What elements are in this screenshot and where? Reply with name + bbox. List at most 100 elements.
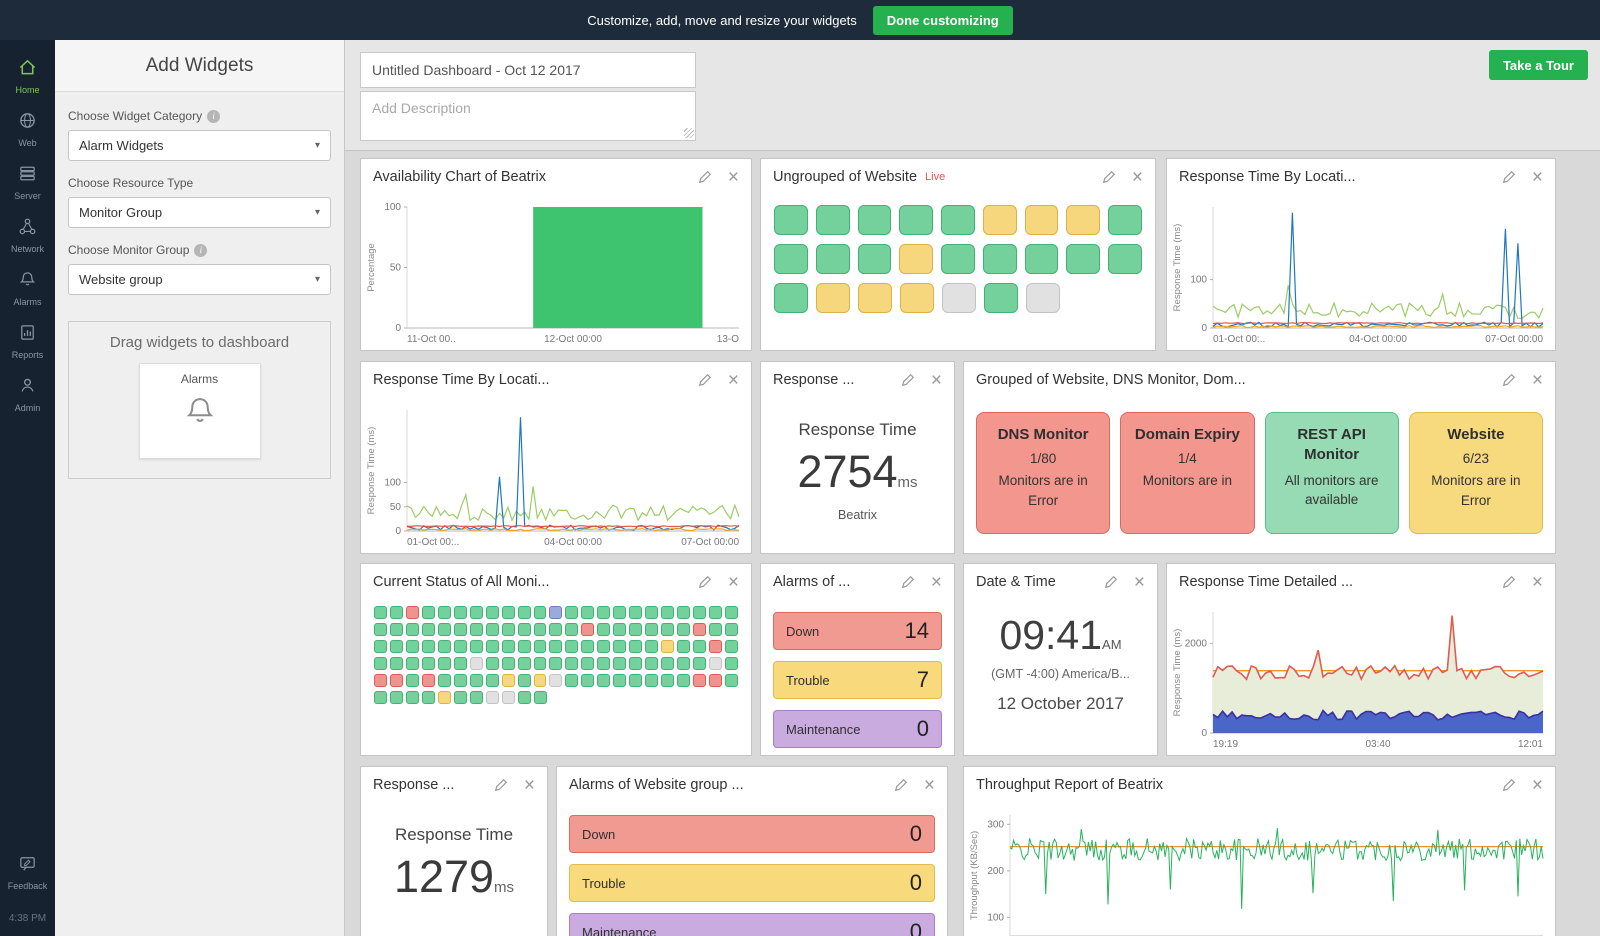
status-cell[interactable] xyxy=(422,691,435,704)
status-cell[interactable] xyxy=(677,623,691,636)
status-cell[interactable] xyxy=(941,244,975,274)
status-cell[interactable] xyxy=(677,640,691,653)
status-cell[interactable] xyxy=(374,657,387,670)
status-cell[interactable] xyxy=(1024,205,1059,235)
status-cell[interactable] xyxy=(405,657,419,670)
status-cell[interactable] xyxy=(1066,244,1101,274)
status-cell[interactable] xyxy=(453,606,467,619)
status-cell[interactable] xyxy=(374,606,387,619)
select-choose-monitor-group[interactable]: Website group ▾ xyxy=(68,264,331,295)
status-cell[interactable] xyxy=(815,244,850,274)
status-cell[interactable] xyxy=(661,606,675,619)
edit-icon[interactable] xyxy=(1502,373,1516,387)
status-cell[interactable] xyxy=(645,606,659,619)
status-cell[interactable] xyxy=(389,640,403,653)
status-cell[interactable] xyxy=(693,640,707,653)
widget-response-time-by-location-1[interactable]: Response Time By Locati... × 0 100 Respons… xyxy=(1166,158,1556,351)
status-cell[interactable] xyxy=(485,640,499,653)
close-icon[interactable]: × xyxy=(1532,371,1543,390)
widget-availability[interactable]: Availability Chart of Beatrix × 0 50 100 Pe… xyxy=(360,158,752,351)
edit-icon[interactable] xyxy=(894,778,908,792)
status-cell[interactable] xyxy=(469,623,483,636)
edit-icon[interactable] xyxy=(1502,778,1516,792)
status-cell[interactable] xyxy=(693,674,707,687)
status-cell[interactable] xyxy=(421,640,435,653)
status-cell[interactable] xyxy=(709,640,722,653)
close-icon[interactable]: × xyxy=(728,168,739,187)
status-cell[interactable] xyxy=(597,606,611,619)
status-cell[interactable] xyxy=(645,623,659,636)
status-cell[interactable] xyxy=(941,205,975,235)
alarm-row-trouble[interactable]: Trouble 7 xyxy=(773,661,942,699)
status-cell[interactable] xyxy=(661,674,675,687)
status-cell[interactable] xyxy=(581,657,595,670)
status-cell[interactable] xyxy=(1024,244,1059,274)
status-cell[interactable] xyxy=(534,691,547,704)
widget-ungrouped[interactable]: Ungrouped of Website Live × xyxy=(760,158,1156,351)
status-cell[interactable] xyxy=(613,640,627,653)
status-cell[interactable] xyxy=(405,674,419,687)
status-cell[interactable] xyxy=(613,674,627,687)
status-cell[interactable] xyxy=(549,674,563,687)
sidebar-item-admin[interactable]: Admin xyxy=(0,368,55,421)
info-icon[interactable]: i xyxy=(207,109,221,123)
status-cell[interactable] xyxy=(1066,205,1101,235)
status-cell[interactable] xyxy=(486,691,499,704)
alarm-row-down[interactable]: Down 14 xyxy=(773,612,942,650)
status-cell[interactable] xyxy=(1108,244,1143,274)
status-cell[interactable] xyxy=(629,640,643,653)
status-cell[interactable] xyxy=(549,623,563,636)
take-a-tour-button[interactable]: Take a Tour xyxy=(1488,50,1588,80)
status-cell[interactable] xyxy=(709,674,722,687)
status-cell[interactable] xyxy=(1026,283,1060,313)
status-cell[interactable] xyxy=(857,244,892,274)
info-icon[interactable]: i xyxy=(194,243,208,257)
status-cell[interactable] xyxy=(565,674,579,687)
sidebar-item-network[interactable]: Network xyxy=(0,209,55,262)
status-cell[interactable] xyxy=(421,623,435,636)
status-cell[interactable] xyxy=(629,657,643,670)
alarm-row-down[interactable]: Down 0 xyxy=(569,815,935,853)
status-cell[interactable] xyxy=(724,657,738,670)
status-cell[interactable] xyxy=(406,691,419,704)
status-cell[interactable] xyxy=(517,640,531,653)
status-cell[interactable] xyxy=(629,674,643,687)
status-cell[interactable] xyxy=(581,640,595,653)
status-cell[interactable] xyxy=(437,623,451,636)
status-cell[interactable] xyxy=(453,640,467,653)
status-cell[interactable] xyxy=(437,640,451,653)
status-cell[interactable] xyxy=(469,640,483,653)
status-cell[interactable] xyxy=(518,691,531,704)
status-cell[interactable] xyxy=(389,674,403,687)
status-cell[interactable] xyxy=(709,657,722,670)
widget-response-big-1[interactable]: Response ... × Response Time 2754ms Beat… xyxy=(760,361,955,554)
edit-icon[interactable] xyxy=(698,170,712,184)
status-cell[interactable] xyxy=(389,657,403,670)
status-cell[interactable] xyxy=(982,244,1017,274)
edit-icon[interactable] xyxy=(901,575,915,589)
status-cell[interactable] xyxy=(469,674,483,687)
status-cell[interactable] xyxy=(549,606,563,619)
edit-icon[interactable] xyxy=(698,575,712,589)
status-cell[interactable] xyxy=(405,623,419,636)
status-cell[interactable] xyxy=(533,606,547,619)
status-cell[interactable] xyxy=(374,623,387,636)
status-cell[interactable] xyxy=(815,205,850,235)
status-cell[interactable] xyxy=(517,623,531,636)
status-cell[interactable] xyxy=(597,640,611,653)
status-cell[interactable] xyxy=(405,640,419,653)
status-cell[interactable] xyxy=(724,674,738,687)
status-cell[interactable] xyxy=(645,674,659,687)
status-cell[interactable] xyxy=(774,205,808,235)
status-cell[interactable] xyxy=(501,674,515,687)
status-cell[interactable] xyxy=(899,205,934,235)
edit-icon[interactable] xyxy=(698,373,712,387)
dashboard-description-input[interactable] xyxy=(360,91,696,141)
status-cell[interactable] xyxy=(421,606,435,619)
status-cell[interactable] xyxy=(858,283,892,313)
status-cell[interactable] xyxy=(533,657,547,670)
status-cell[interactable] xyxy=(597,657,611,670)
close-icon[interactable]: × xyxy=(1132,168,1143,187)
widget-throughput[interactable]: Throughput Report of Beatrix × 100 200 300… xyxy=(963,766,1556,936)
status-cell[interactable] xyxy=(390,691,403,704)
